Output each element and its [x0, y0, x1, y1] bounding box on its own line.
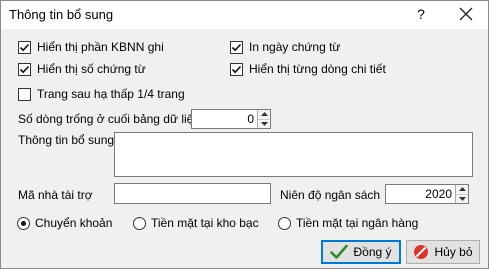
stepper-arrows[interactable]	[257, 110, 270, 128]
close-button[interactable]	[457, 5, 475, 23]
checkbox-box[interactable]	[230, 62, 243, 76]
radio-cash-treasury[interactable]: Tiền mặt tại kho bạc	[133, 215, 259, 231]
budget-year-stepper[interactable]: 2020	[385, 184, 469, 204]
cancel-button-label: Hủy bỏ	[434, 245, 473, 259]
stepper-arrows[interactable]	[455, 185, 468, 203]
ok-button[interactable]: Đồng ý	[321, 240, 401, 264]
sponsor-code-label: Mã nhà tài trợ	[18, 188, 93, 202]
budget-year-label: Niên độ ngân sách	[280, 188, 381, 202]
budget-year-value[interactable]: 2020	[386, 185, 455, 203]
checkbox-box[interactable]	[230, 40, 243, 54]
window-title: Thông tin bổ sung	[9, 7, 114, 22]
checkbox-label: Hiển thị từng dòng chi tiết	[249, 62, 386, 76]
radio-circle[interactable]	[278, 216, 291, 230]
stepper-down-icon[interactable]	[258, 118, 270, 129]
cancel-icon	[414, 245, 429, 259]
checkbox-box[interactable]	[18, 40, 31, 54]
ok-button-label: Đồng ý	[353, 245, 392, 259]
radio-circle[interactable]	[17, 216, 30, 230]
help-button[interactable]: ?	[414, 5, 428, 23]
checkbox-print-date[interactable]: In ngày chứng từ	[230, 39, 340, 55]
blank-rows-value[interactable]: 0	[192, 110, 257, 128]
checkbox-box[interactable]	[18, 62, 31, 76]
stepper-down-icon[interactable]	[456, 193, 468, 204]
checkbox-label: Trang sau hạ thấp 1/4 trang	[37, 87, 185, 101]
checkmark-icon	[231, 43, 242, 51]
dialog-window: Thông tin bổ sung ? Hiển thị phần KBNN g…	[0, 0, 489, 269]
checkbox-label: Hiển thị phần KBNN ghi	[37, 40, 164, 54]
radio-label: Chuyển khoản	[35, 216, 113, 230]
title-bar: Thông tin bổ sung ?	[1, 1, 488, 29]
stepper-up-icon[interactable]	[456, 185, 468, 194]
close-icon	[459, 7, 473, 21]
radio-dot	[21, 220, 26, 226]
radio-cash-bank[interactable]: Tiền mặt tại ngân hàng	[278, 215, 418, 231]
checkbox-show-doc-number[interactable]: Hiển thị số chứng từ	[18, 61, 146, 77]
checkmark-icon	[231, 65, 242, 73]
radio-circle[interactable]	[133, 216, 146, 230]
radio-label: Tiền mặt tại ngân hàng	[296, 216, 419, 230]
checkbox-label: In ngày chứng từ	[249, 40, 341, 54]
cancel-button[interactable]: Hủy bỏ	[406, 240, 480, 264]
checkbox-page-drop-quarter[interactable]: Trang sau hạ thấp 1/4 trang	[18, 86, 185, 102]
sponsor-code-input[interactable]	[114, 183, 271, 204]
checkmark-icon	[330, 244, 349, 259]
radio-transfer[interactable]: Chuyển khoản	[17, 215, 112, 231]
checkbox-show-detail-lines[interactable]: Hiển thị từng dòng chi tiết	[230, 61, 386, 77]
checkbox-label: Hiển thị số chứng từ	[37, 62, 146, 76]
blank-rows-stepper[interactable]: 0	[191, 109, 271, 129]
checkbox-box[interactable]	[18, 87, 31, 101]
blank-rows-label: Số dòng trống ở cuối bảng dữ liệu	[18, 112, 201, 126]
checkmark-icon	[19, 43, 30, 51]
extra-info-textarea[interactable]	[114, 132, 473, 177]
checkmark-icon	[19, 65, 30, 73]
checkbox-show-kbnn-part[interactable]: Hiển thị phần KBNN ghi	[18, 39, 164, 55]
radio-label: Tiền mặt tại kho bạc	[151, 216, 259, 230]
extra-info-label: Thông tin bổ sung	[18, 133, 115, 147]
stepper-up-icon[interactable]	[258, 110, 270, 119]
